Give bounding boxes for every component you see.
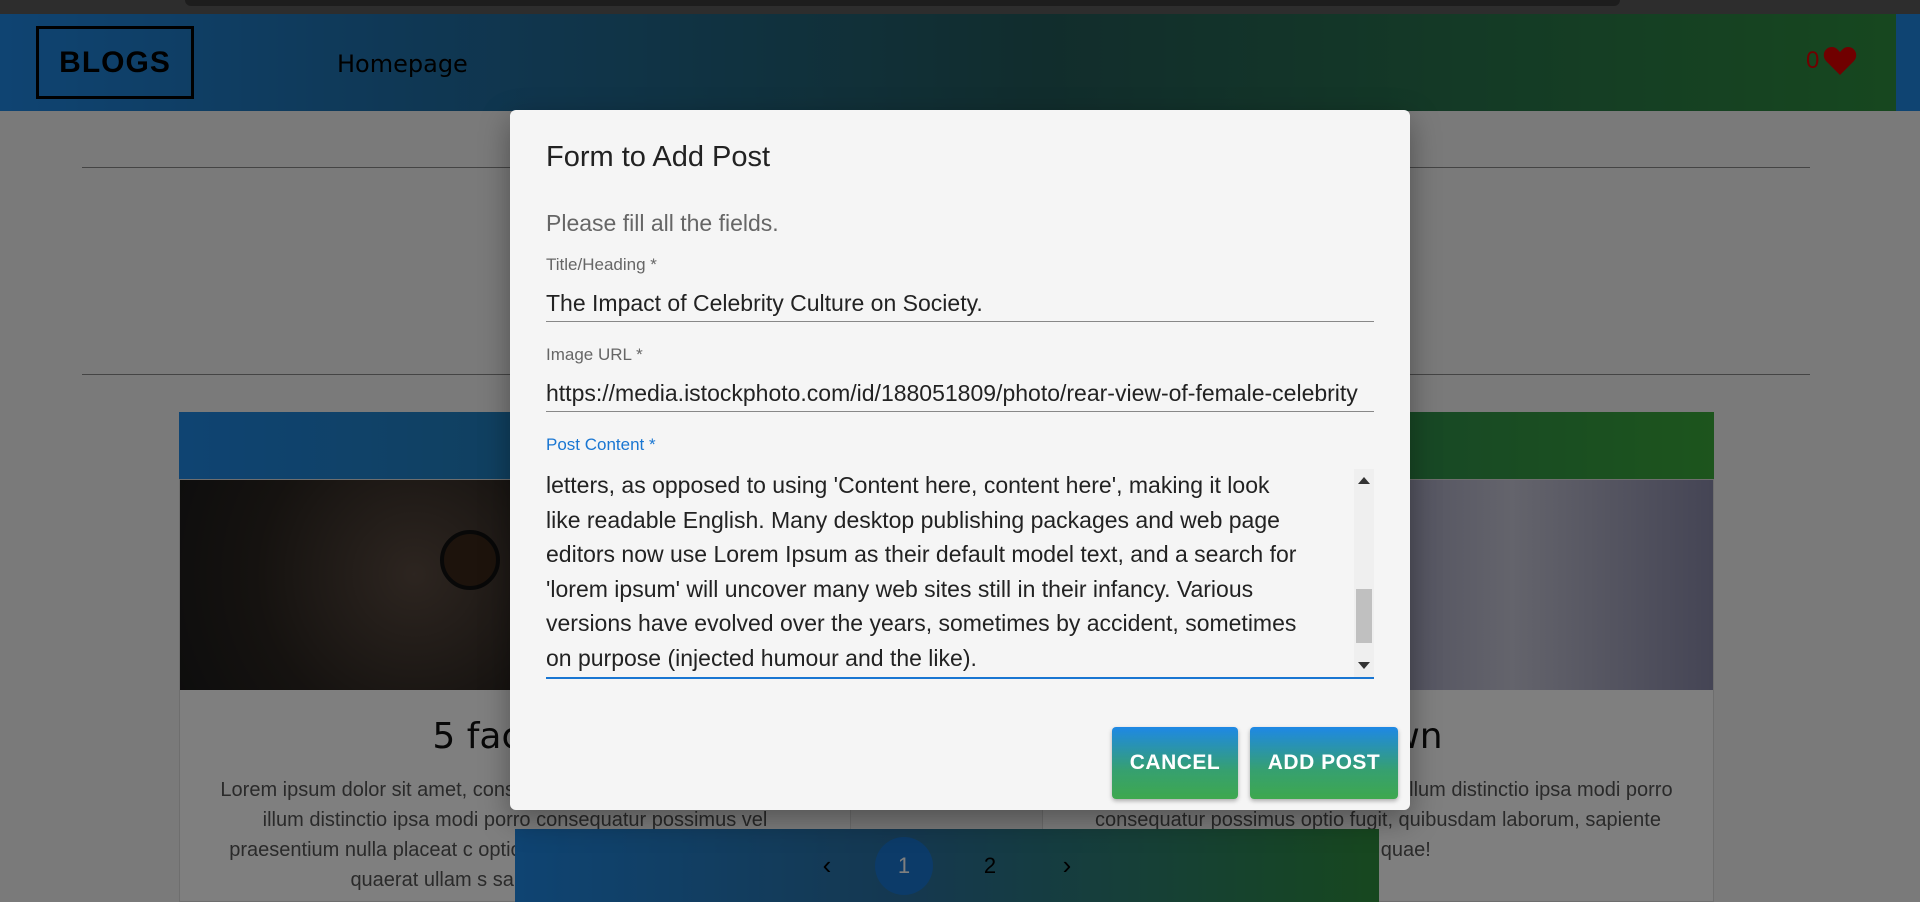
title-underline xyxy=(546,321,1374,322)
textarea-scrollbar[interactable] xyxy=(1354,469,1374,677)
post-content-field[interactable]: Post Content * letters, as opposed to us… xyxy=(546,435,1374,679)
image-url-underline xyxy=(546,411,1374,412)
post-content-text[interactable]: letters, as opposed to using 'Content he… xyxy=(546,469,1346,677)
cancel-button[interactable]: CANCEL xyxy=(1112,727,1238,799)
dialog-description: Please fill all the fields. xyxy=(546,210,779,236)
title-field[interactable]: Title/Heading * The Impact of Celebrity … xyxy=(546,255,1374,322)
add-post-dialog: Form to Add Post Please fill all the fie… xyxy=(510,110,1410,810)
scroll-up-icon[interactable] xyxy=(1358,477,1370,484)
scroll-thumb[interactable] xyxy=(1356,589,1372,643)
image-url-input[interactable]: https://media.istockphoto.com/id/1880518… xyxy=(546,375,1374,411)
post-content-label: Post Content * xyxy=(546,435,656,454)
post-content-underline xyxy=(546,677,1374,679)
image-url-label: Image URL * xyxy=(546,345,643,364)
scroll-down-icon[interactable] xyxy=(1358,662,1370,669)
title-input[interactable]: The Impact of Celebrity Culture on Socie… xyxy=(546,285,1374,321)
add-post-button[interactable]: ADD POST xyxy=(1250,727,1398,799)
dialog-title: Form to Add Post xyxy=(546,141,771,173)
post-content-value: letters, as opposed to using 'Content he… xyxy=(546,472,1297,671)
image-url-field[interactable]: Image URL * https://media.istockphoto.co… xyxy=(546,345,1374,412)
title-label: Title/Heading * xyxy=(546,255,657,274)
post-content-textarea[interactable]: letters, as opposed to using 'Content he… xyxy=(546,469,1374,677)
